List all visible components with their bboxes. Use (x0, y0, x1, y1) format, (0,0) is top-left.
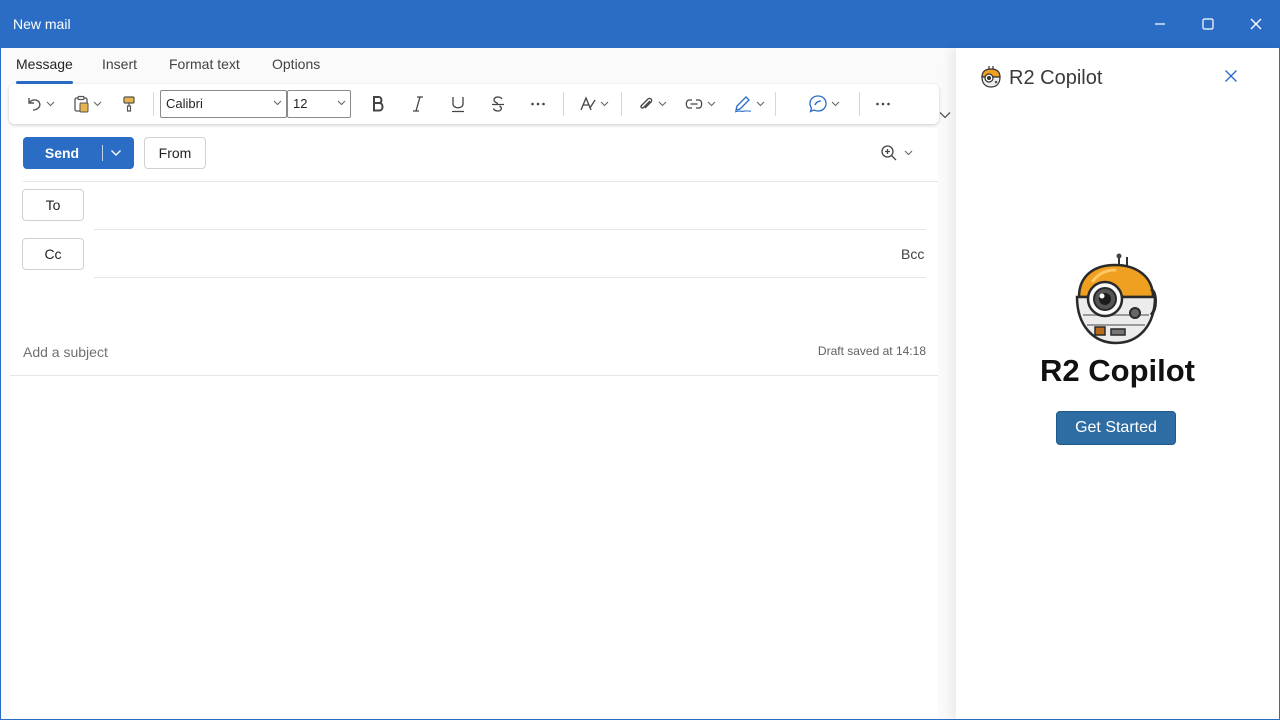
tab-insert[interactable]: Insert (102, 56, 137, 80)
strikethrough-button[interactable] (490, 92, 506, 116)
bold-button[interactable] (370, 92, 386, 116)
close-window-button[interactable] (1232, 0, 1280, 48)
font-size-value: 12 (293, 96, 308, 111)
expand-ribbon-button[interactable] (939, 106, 951, 124)
insert-link-button[interactable] (684, 92, 716, 116)
undo-button[interactable] (25, 92, 55, 116)
compose-form: Send From To Bcc Cc Add a subject Draft … (10, 128, 938, 718)
chevron-down-icon (600, 101, 609, 107)
ribbon-toolbar: Calibri 12 (9, 84, 939, 124)
draft-status: Draft saved at 14:18 (817, 344, 926, 358)
close-icon (1250, 18, 1262, 30)
styles-button[interactable] (579, 92, 609, 116)
message-body[interactable] (10, 376, 938, 718)
link-icon (685, 99, 703, 109)
ribbon-tabs: Message Insert Format text Options (1, 48, 956, 84)
get-started-button[interactable]: Get Started (1056, 411, 1176, 445)
copilot-icon (809, 95, 827, 113)
copilot-pane: R2 Copilot R2 Copilot Get Started (956, 48, 1279, 719)
maximize-button[interactable] (1184, 0, 1232, 48)
format-painter-icon (123, 96, 135, 112)
close-icon (1225, 70, 1237, 82)
chevron-down-icon (93, 101, 102, 107)
copilot-button[interactable] (808, 92, 840, 116)
send-button[interactable]: Send (23, 137, 134, 169)
chevron-down-icon (831, 101, 840, 107)
tab-format-text[interactable]: Format text (169, 56, 240, 80)
signature-icon (734, 96, 752, 113)
to-button[interactable]: To (22, 189, 84, 221)
signature-button[interactable] (733, 92, 765, 116)
tab-options[interactable]: Options (272, 56, 320, 80)
more-icon (531, 102, 545, 106)
chevron-down-icon (658, 101, 667, 107)
chevron-down-icon (756, 101, 765, 107)
close-pane-button[interactable] (1224, 69, 1238, 88)
more-formatting-button[interactable] (530, 92, 546, 116)
chevron-down-icon (111, 150, 121, 156)
undo-icon (28, 98, 41, 111)
pane-title: R2 Copilot (1009, 67, 1103, 89)
tab-message[interactable]: Message (16, 56, 73, 84)
send-label: Send (44, 145, 80, 161)
bcc-button[interactable]: Bcc (901, 246, 924, 262)
paste-icon (74, 95, 89, 113)
chevron-down-icon (904, 150, 913, 156)
more-options-icon (876, 102, 890, 106)
format-painter-button[interactable] (121, 92, 137, 116)
paste-button[interactable] (72, 92, 102, 116)
r2-copilot-logo-icon (980, 65, 1002, 94)
attach-file-button[interactable] (637, 92, 667, 116)
underline-button[interactable] (450, 92, 466, 116)
more-options-button[interactable] (875, 92, 891, 116)
chevron-down-icon (337, 100, 346, 106)
minimize-icon (1155, 23, 1165, 25)
maximize-icon (1202, 18, 1214, 30)
attach-icon (640, 97, 653, 109)
compose-window: Message Insert Format text Options Calib… (1, 48, 956, 719)
strikethrough-icon (492, 96, 504, 112)
cc-button[interactable]: Cc (22, 238, 84, 270)
title-bar: New mail (0, 0, 1280, 48)
subject-input[interactable]: Add a subject (23, 344, 108, 360)
styles-icon (580, 96, 596, 111)
from-button[interactable]: From (144, 137, 206, 169)
font-family-value: Calibri (166, 96, 203, 111)
r2-copilot-robot-logo (1073, 253, 1159, 354)
chevron-down-icon (273, 100, 282, 106)
brand-name: R2 Copilot (1040, 353, 1195, 388)
zoom-button[interactable] (880, 144, 913, 162)
font-family-select[interactable]: Calibri (160, 90, 287, 118)
zoom-in-icon (881, 145, 897, 161)
window-title: New mail (13, 16, 71, 32)
italic-button[interactable] (410, 92, 426, 116)
chevron-down-icon (707, 101, 716, 107)
chevron-down-icon (46, 101, 55, 107)
minimize-button[interactable] (1136, 0, 1184, 48)
font-size-select[interactable]: 12 (287, 90, 351, 118)
chevron-down-icon (939, 112, 951, 119)
italic-icon (413, 96, 423, 112)
underline-icon (452, 97, 464, 113)
bold-icon (373, 96, 384, 112)
